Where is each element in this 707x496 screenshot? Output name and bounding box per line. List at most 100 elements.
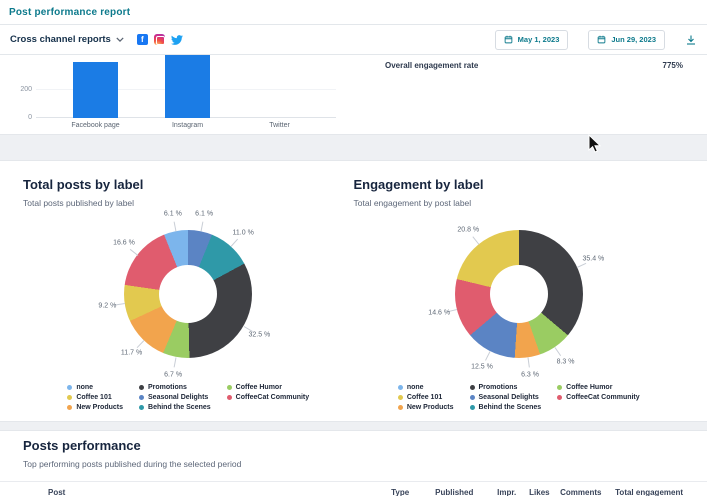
download-icon[interactable] [685, 34, 697, 46]
legend-color-dot [67, 405, 72, 410]
table-column-header[interactable]: Impr. [497, 488, 529, 496]
legend-color-dot [470, 395, 475, 400]
donut-ring [455, 230, 583, 358]
start-date-button[interactable]: May 1, 2023 [495, 30, 569, 50]
legend-label: Behind the Scenes [148, 404, 211, 411]
label-legend: none Promotions Coffee Humor Coffee 101 Seas… [398, 384, 640, 411]
table-column-header[interactable]: Total engagement [615, 488, 683, 496]
donut-percent-label: 11.7 % [121, 350, 142, 357]
legend-item[interactable]: Behind the Scenes [470, 404, 542, 411]
twitter-icon[interactable] [171, 35, 183, 45]
legend-label: none [76, 384, 93, 391]
legend-item[interactable]: Coffee 101 [398, 394, 454, 401]
donut-leader-line [174, 222, 177, 232]
report-selector-label: Cross channel reports [10, 34, 111, 45]
legend-label: Behind the Scenes [479, 404, 542, 411]
engagement-by-label-donut: 35.4 %8.3 %6.3 %12.5 %14.6 %20.8 % [354, 216, 685, 382]
legend-item[interactable]: Seasonal Delights [470, 394, 542, 401]
legend-item[interactable]: CoffeeCat Community [557, 394, 640, 401]
legend-item[interactable]: Coffee 101 [67, 394, 123, 401]
labels-card: Total posts by label Total posts publish… [0, 160, 707, 422]
calendar-icon [597, 35, 606, 44]
legend-label: Coffee Humor [566, 384, 612, 391]
donut-percent-label: 11.0 % [233, 229, 254, 236]
legend-color-dot [67, 395, 72, 400]
twitter-bird [171, 35, 183, 45]
donut-hole [159, 265, 217, 323]
calendar-icon [504, 35, 513, 44]
donut-percent-label: 6.7 % [164, 371, 182, 378]
legend-item[interactable]: none [398, 384, 454, 391]
section-title: Engagement by label [354, 177, 685, 192]
legend-color-dot [139, 385, 144, 390]
donut-leader-line [555, 347, 561, 356]
legend-label: CoffeeCat Community [566, 394, 640, 401]
end-date-button[interactable]: Jun 29, 2023 [588, 30, 665, 50]
posts-performance-card: Posts performance Top performing posts p… [0, 430, 707, 496]
legend-color-dot [398, 395, 403, 400]
donut-leader-line [577, 263, 586, 268]
table-column-header[interactable]: Post [48, 488, 391, 496]
y-axis-tick: 200 [8, 86, 32, 93]
donut-percent-label: 6.1 % [164, 210, 182, 217]
section-subtitle: Total posts published by label [23, 198, 354, 208]
bar [73, 62, 118, 118]
legend-item[interactable]: Behind the Scenes [139, 404, 211, 411]
legend-label: Coffee 101 [407, 394, 442, 401]
x-axis-label: Facebook page [71, 122, 119, 129]
legend-item[interactable]: CoffeeCat Community [227, 394, 310, 401]
legend-label: Coffee 101 [76, 394, 111, 401]
legend-label: New Products [76, 404, 123, 411]
engagement-by-label-section: Engagement by label Total engagement by … [354, 177, 685, 421]
donut-percent-label: 20.8 % [457, 226, 479, 233]
legend-label: New Products [407, 404, 454, 411]
report-type-selector[interactable]: Cross channel reports [10, 34, 124, 45]
posts-by-label-donut: 6.1 %11.0 %32.5 %6.7 %11.7 %9.2 %16.6 %6… [23, 216, 354, 382]
facebook-icon[interactable]: f [137, 34, 148, 45]
legend-item[interactable]: Promotions [139, 384, 211, 391]
section-title: Posts performance [0, 438, 707, 453]
legend-item[interactable]: New Products [398, 404, 454, 411]
legend-color-dot [139, 405, 144, 410]
legend-item[interactable]: Seasonal Delights [139, 394, 211, 401]
facebook-logo: f [137, 34, 148, 45]
donut-leader-line [137, 340, 145, 348]
table-column-header[interactable]: Comments [560, 488, 615, 496]
donut-leader-line [473, 236, 480, 244]
toolbar-right: May 1, 2023 Jun 29, 2023 [495, 30, 697, 50]
legend-item[interactable]: Coffee Humor [227, 384, 310, 391]
donut-leader-line [130, 248, 138, 255]
summary-metrics: Overall engagement rate 775% [343, 55, 707, 134]
legend-item[interactable]: none [67, 384, 123, 391]
legend-color-dot [227, 385, 232, 390]
legend-item[interactable]: New Products [67, 404, 123, 411]
table-column-header[interactable]: Type [391, 488, 435, 496]
legend-color-dot [470, 385, 475, 390]
x-axis-label: Instagram [172, 122, 203, 129]
legend-item[interactable]: Promotions [470, 384, 542, 391]
donut-leader-line [527, 358, 529, 368]
donut-percent-label: 14.6 % [428, 309, 450, 316]
instagram-icon[interactable] [154, 34, 165, 45]
donut-ring [124, 230, 252, 358]
donut-hole [490, 265, 548, 323]
donut-percent-label: 12.5 % [471, 364, 493, 371]
label-legend: none Promotions Coffee Humor Coffee 101 Seas… [67, 384, 309, 411]
donut-percent-label: 16.6 % [113, 240, 135, 247]
report-content: Facebook pageInstagramTwitter 0200 Overa… [0, 55, 707, 496]
table-column-header[interactable]: Published [435, 488, 497, 496]
section-subtitle: Total engagement by post label [354, 198, 685, 208]
legend-color-dot [139, 395, 144, 400]
legend-label: Seasonal Delights [479, 394, 539, 401]
legend-label: Seasonal Delights [148, 394, 208, 401]
posts-table-header: PostTypePublishedImpr.LikesCommentsTotal… [0, 481, 707, 496]
legend-item[interactable]: Coffee Humor [557, 384, 640, 391]
metric-label: Overall engagement rate [385, 61, 478, 70]
donut-leader-line [174, 357, 177, 367]
legend-color-dot [470, 405, 475, 410]
y-axis-tick: 0 [8, 114, 32, 121]
topbar: Post performance report [0, 0, 707, 25]
legend-color-dot [398, 385, 403, 390]
donut-percent-label: 35.4 % [582, 256, 604, 263]
table-column-header[interactable]: Likes [529, 488, 560, 496]
